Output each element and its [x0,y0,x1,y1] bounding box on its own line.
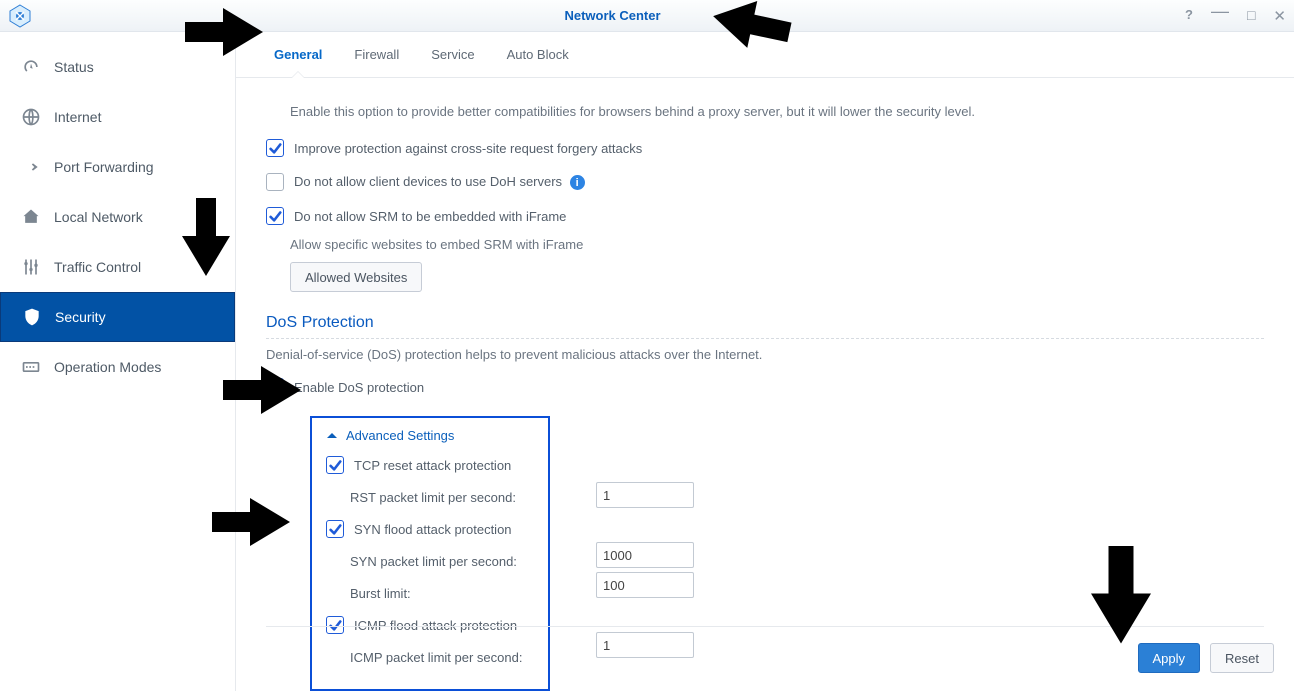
help-button[interactable]: ? [1185,7,1193,25]
checkbox-icon[interactable] [266,139,284,157]
option-csrf[interactable]: Improve protection against cross-site re… [266,133,1264,163]
sidebar: Status Internet Port Forwarding Local Ne… [0,32,236,691]
minimize-button[interactable]: — [1211,7,1229,25]
sidebar-item-internet[interactable]: Internet [0,92,235,142]
sidebar-item-security[interactable]: Security [0,292,235,342]
sidebar-item-operation-modes[interactable]: Operation Modes [0,342,235,392]
sidebar-item-port-forwarding[interactable]: Port Forwarding [0,142,235,192]
tab-bar: General Firewall Service Auto Block [236,32,1294,78]
advanced-settings-title: Advanced Settings [346,428,454,443]
tab-firewall[interactable]: Firewall [338,31,415,77]
checkbox-icon[interactable] [326,520,344,538]
burst-limit-input[interactable] [596,572,694,598]
main-panel: General Firewall Service Auto Block Enab… [236,32,1294,691]
sidebar-item-label: Internet [54,109,101,125]
burst-limit-label: Burst limit: [350,586,411,601]
network-center-window: Network Center ? — □ ✕ Status Internet P… [0,0,1294,691]
info-icon[interactable]: i [570,175,585,190]
action-bar: Apply Reset [1138,643,1275,673]
forward-arrow-icon [20,156,42,178]
syn-limit-label: SYN packet limit per second: [350,554,517,569]
tab-service[interactable]: Service [415,31,490,77]
option-syn-flood[interactable]: SYN flood attack protection [326,515,530,543]
window-title: Network Center [40,8,1185,23]
syn-limit-input[interactable] [596,542,694,568]
option-label: Do not allow client devices to use DoH s… [294,174,585,191]
sidebar-item-label: Local Network [54,209,143,225]
option-label: TCP reset attack protection [354,458,511,473]
rst-limit-label: RST packet limit per second: [350,490,516,505]
rst-limit-input[interactable] [596,482,694,508]
icmp-limit-label: ICMP packet limit per second: [350,650,522,665]
option-label: SYN flood attack protection [354,522,512,537]
checkbox-icon[interactable] [326,456,344,474]
operation-modes-icon [20,356,42,378]
tab-general[interactable]: General [258,31,338,77]
checkbox-icon[interactable] [266,207,284,225]
sidebar-item-label: Security [55,309,106,325]
content-area: Enable this option to provide better com… [236,78,1294,691]
sidebar-item-local-network[interactable]: Local Network [0,192,235,242]
option-label: Improve protection against cross-site re… [294,141,642,156]
checkbox-icon[interactable] [266,173,284,191]
checkbox-icon[interactable] [266,378,284,396]
tab-auto-block[interactable]: Auto Block [491,31,585,77]
title-bar: Network Center ? — □ ✕ [0,0,1294,32]
divider [266,338,1264,339]
proxy-note: Enable this option to provide better com… [290,104,1264,119]
close-button[interactable]: ✕ [1273,7,1286,25]
option-label: Do not allow SRM to be embedded with iFr… [294,209,566,224]
sidebar-item-traffic-control[interactable]: Traffic Control [0,242,235,292]
house-icon [20,206,42,228]
advanced-settings-panel: Advanced Settings TCP reset attack prote… [310,416,550,691]
option-tcp-reset[interactable]: TCP reset attack protection [326,451,530,479]
window-controls: ? — □ ✕ [1185,7,1286,25]
maximize-button[interactable]: □ [1247,7,1255,25]
option-doh[interactable]: Do not allow client devices to use DoH s… [266,167,1264,197]
globe-icon [20,106,42,128]
sidebar-item-label: Traffic Control [54,259,141,275]
sliders-icon [20,256,42,278]
icmp-limit-input[interactable] [596,632,694,658]
option-label: Enable DoS protection [294,380,424,395]
chevron-up-icon [326,430,338,442]
app-icon [8,4,32,28]
shield-icon [21,306,43,328]
apply-button[interactable]: Apply [1138,643,1201,673]
allowed-websites-button[interactable]: Allowed Websites [290,262,422,292]
dos-heading: DoS Protection [266,314,1264,332]
sidebar-item-status[interactable]: Status [0,42,235,92]
sidebar-item-label: Status [54,59,94,75]
option-iframe[interactable]: Do not allow SRM to be embedded with iFr… [266,201,1264,231]
reset-button[interactable]: Reset [1210,643,1274,673]
sidebar-item-label: Operation Modes [54,359,161,375]
gauge-icon [20,56,42,78]
dos-description: Denial-of-service (DoS) protection helps… [266,347,1264,362]
iframe-note: Allow specific websites to embed SRM wit… [290,237,1264,252]
sidebar-item-label: Port Forwarding [54,159,154,175]
option-enable-dos[interactable]: Enable DoS protection [266,372,1264,402]
divider [266,626,1264,627]
advanced-settings-toggle[interactable]: Advanced Settings [326,428,530,443]
